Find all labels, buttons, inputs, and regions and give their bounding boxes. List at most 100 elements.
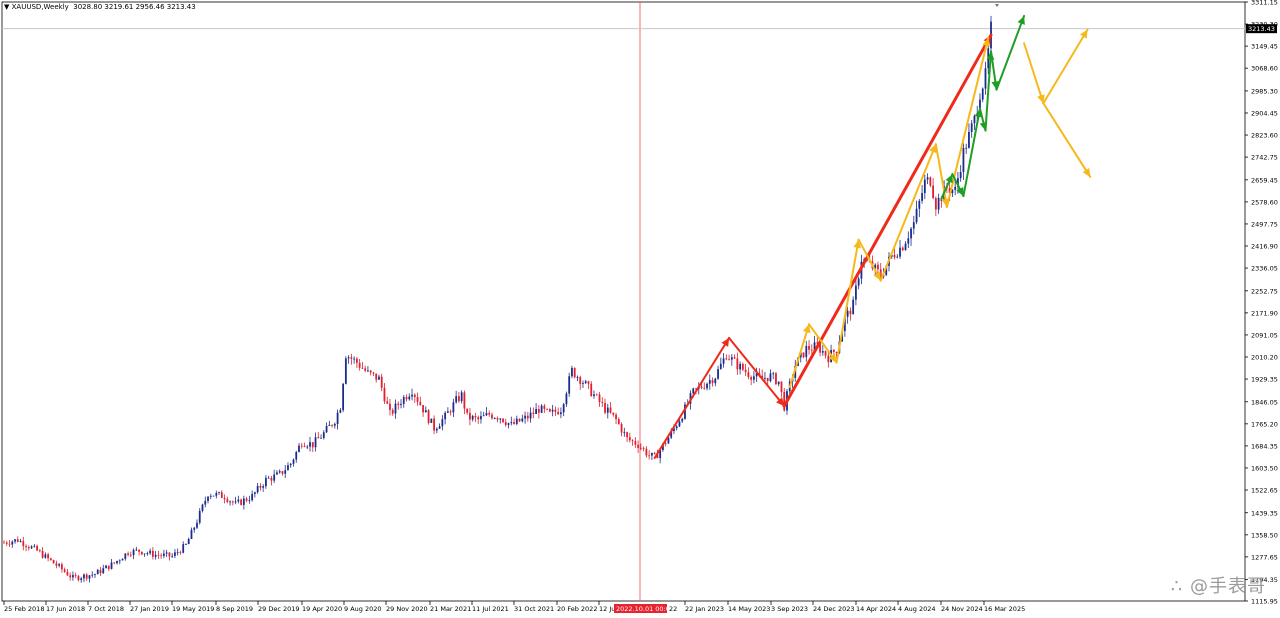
candle-body: [198, 510, 201, 523]
candle-body: [482, 415, 485, 417]
candle-body: [708, 380, 711, 384]
price-chart[interactable]: 3311.153230.303149.453068.602985.302904.…: [0, 0, 1280, 618]
candle-body: [932, 185, 935, 199]
date-tick-label: 11 Jul 2021: [472, 605, 509, 613]
candle-body: [386, 401, 389, 404]
candle-body: [675, 426, 678, 429]
candle-body: [446, 411, 449, 413]
candle-body: [281, 471, 284, 474]
candle-body: [300, 445, 303, 447]
candle-body: [604, 402, 606, 413]
date-tick-label: 29 Dec 2019: [258, 605, 300, 613]
candle-body: [805, 345, 808, 358]
candle-body: [251, 493, 254, 501]
candle-body: [504, 422, 507, 425]
candle-body: [242, 498, 245, 505]
candle-body: [220, 492, 223, 498]
price-tick-label: 2091.05: [1251, 331, 1278, 339]
candle-body: [565, 393, 568, 405]
candle-body: [521, 418, 524, 422]
price-tick-label: 1929.35: [1251, 376, 1278, 384]
candle-body: [901, 247, 904, 251]
candle-body: [380, 376, 383, 388]
candle-body: [372, 372, 375, 374]
price-tick-label: 2742.75: [1251, 154, 1278, 162]
candle-body: [298, 445, 300, 452]
candle-body: [333, 423, 336, 426]
candle-body: [72, 575, 74, 578]
candle-body: [33, 545, 36, 547]
candle-body: [157, 554, 160, 556]
price-axis: 3311.153230.303149.453068.602985.302904.…: [995, 0, 1278, 606]
candle-body: [711, 380, 714, 384]
candle-body: [582, 383, 584, 384]
price-tick-label: 3068.60: [1251, 65, 1278, 73]
candle-body: [229, 501, 231, 503]
candle-body: [248, 500, 251, 502]
candle-body: [116, 560, 118, 564]
candle-body: [849, 310, 852, 315]
candle-body: [22, 541, 25, 547]
candle-body: [783, 391, 786, 411]
dropdown-icon[interactable]: ▼: [4, 3, 9, 11]
candle-body: [267, 477, 270, 479]
candle-body: [355, 358, 358, 363]
candle-body: [893, 254, 896, 258]
date-tick-label: 31 Oct 2021: [514, 605, 554, 613]
candle-body: [551, 409, 554, 412]
candle-body: [700, 386, 703, 388]
candle-body: [149, 550, 152, 554]
candle-body: [954, 186, 957, 190]
candle-body: [631, 440, 634, 442]
candle-body: [397, 403, 400, 405]
candle-body: [325, 425, 328, 433]
candle-body: [413, 394, 416, 398]
candle-body: [488, 413, 491, 415]
candle-body: [568, 376, 571, 394]
price-tick-label: 3311.15: [1251, 0, 1278, 7]
candle-body: [284, 470, 287, 474]
candle-body: [529, 412, 532, 419]
candle-body: [303, 446, 306, 447]
candle-body: [163, 553, 165, 556]
candle-body: [424, 410, 427, 413]
candle-body: [383, 387, 386, 402]
candle-body: [471, 416, 474, 420]
candle-body: [769, 373, 772, 382]
date-tick-label: 16 Mar 2025: [984, 605, 1025, 613]
candle-body: [60, 564, 63, 570]
candle-body: [609, 407, 612, 413]
candle-body: [855, 285, 857, 300]
candle-body: [606, 407, 609, 413]
candle-body: [435, 428, 438, 431]
candle-body: [276, 472, 278, 475]
price-tick-label: 2497.75: [1251, 220, 1278, 228]
candle-body: [113, 562, 116, 564]
candle-body: [19, 541, 22, 542]
candle-body: [518, 418, 521, 422]
symbol-label: XAUUSD,Weekly: [11, 3, 69, 11]
candle-body: [204, 500, 207, 505]
candle-body: [364, 368, 367, 371]
candle-body: [736, 358, 739, 370]
candle-body: [262, 486, 265, 488]
price-tick-label: 2010.20: [1251, 353, 1278, 361]
candle-body: [11, 541, 14, 545]
candle-body: [934, 198, 937, 210]
candle-body: [124, 553, 127, 559]
candle-body: [270, 477, 273, 481]
candle-body: [728, 359, 730, 361]
candle-body: [389, 403, 391, 410]
candle-body: [827, 355, 830, 363]
candle-body: [612, 412, 615, 415]
candle-body: [25, 546, 27, 548]
scroll-marker-icon: [995, 4, 999, 7]
candle-body: [176, 552, 179, 554]
candle-body: [146, 553, 149, 555]
candle-body: [358, 362, 361, 368]
candle-body: [562, 404, 565, 413]
candle-body: [775, 373, 777, 385]
candle-body: [576, 377, 579, 378]
date-tick-label: 17 Jun 2018: [46, 605, 85, 613]
candle-body: [535, 408, 537, 414]
